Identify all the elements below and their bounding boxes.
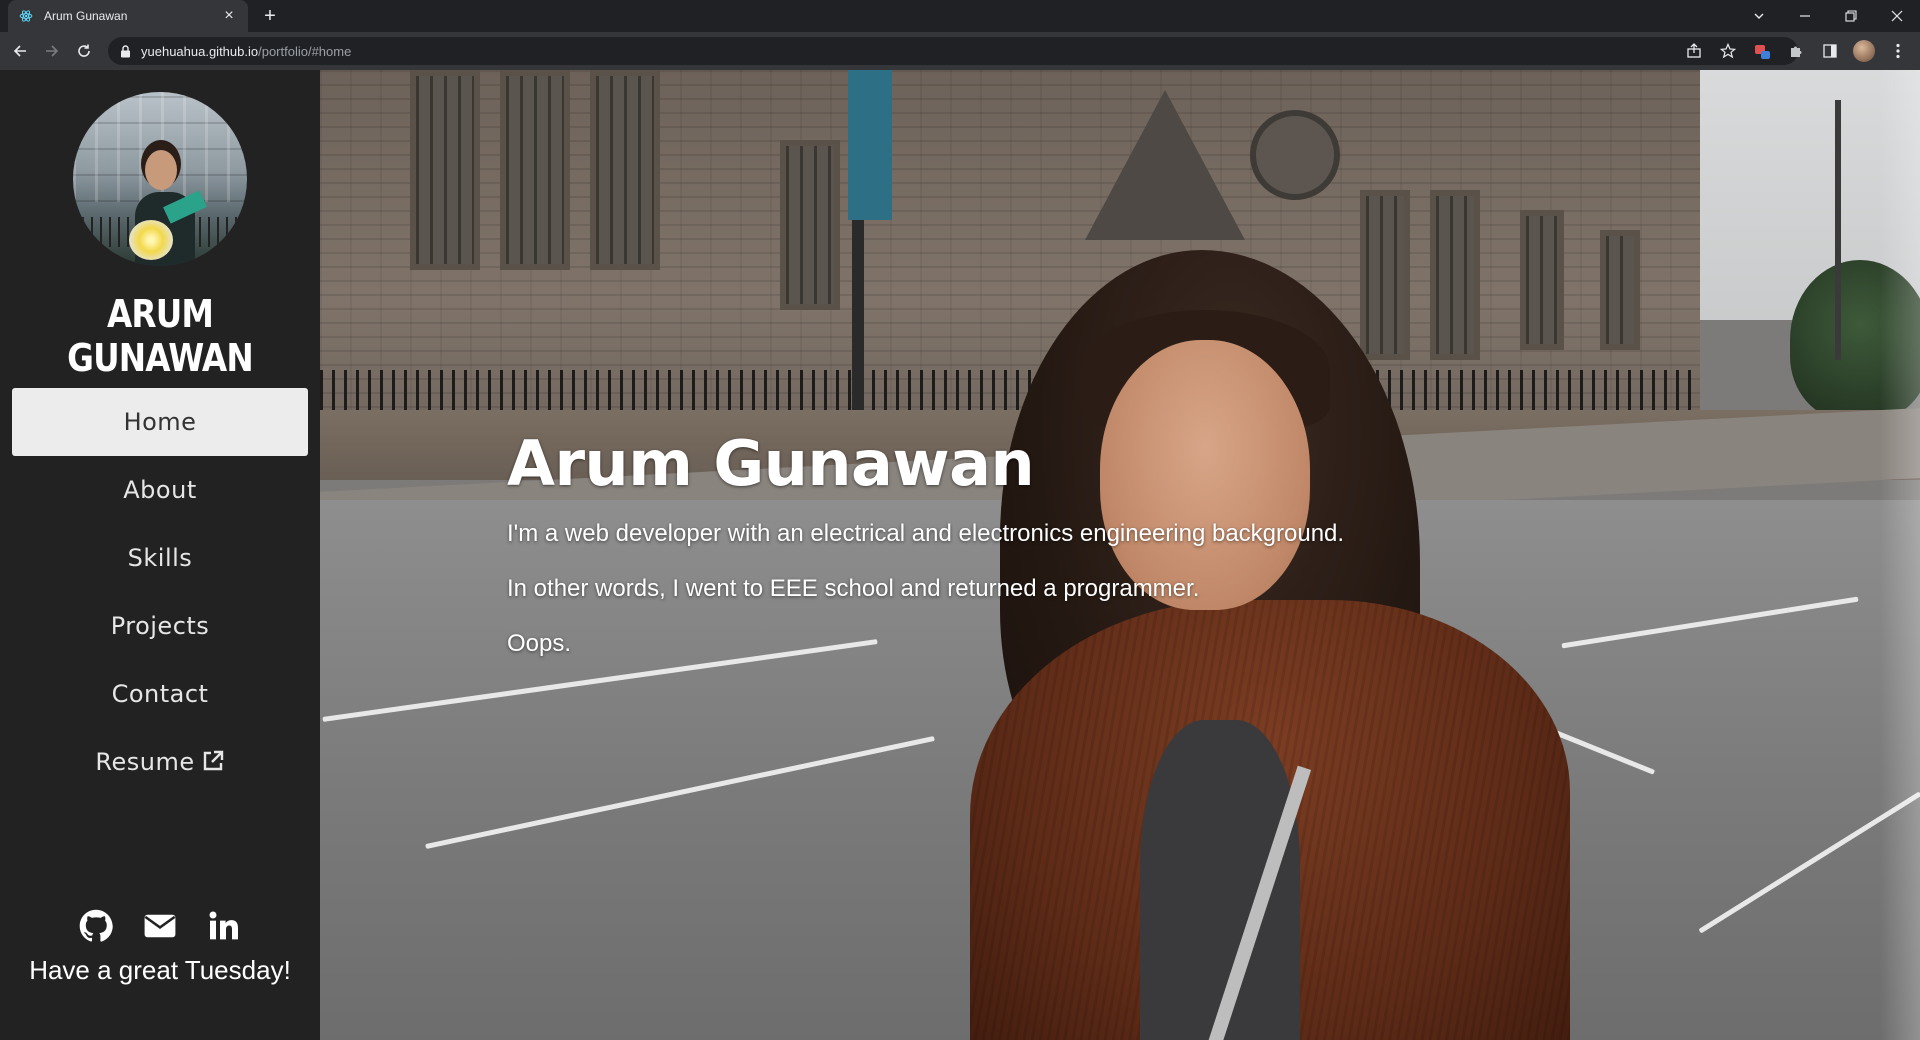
side-panel-icon[interactable] xyxy=(1818,39,1842,63)
external-link-icon xyxy=(201,731,225,799)
social-links xyxy=(0,908,320,944)
hero-line-1: I'm a web developer with an electrical a… xyxy=(507,520,1345,547)
hero-line-2: In other words, I went to EEE school and… xyxy=(507,575,1200,602)
profile-photo xyxy=(73,92,247,266)
hero-line-3: Oops. xyxy=(507,630,572,657)
greeting-text: Have a great Tuesday! xyxy=(29,955,291,985)
nav-about[interactable]: About xyxy=(12,456,308,524)
close-window-icon[interactable] xyxy=(1874,0,1920,32)
hero-title: Arum Gunawan xyxy=(507,427,1035,500)
menu-kebab-icon[interactable] xyxy=(1886,39,1910,63)
nav-projects[interactable]: Projects xyxy=(12,592,308,660)
nav-resume-label: Resume xyxy=(95,748,195,776)
profile-avatar[interactable] xyxy=(1852,39,1876,63)
nav-contact[interactable]: Contact xyxy=(12,660,308,728)
portfolio-page: ARUM GUNAWAN Home About Skills Projects … xyxy=(0,70,1920,1040)
share-icon[interactable] xyxy=(1682,39,1706,63)
forward-arrow-icon[interactable] xyxy=(40,39,64,63)
browser-tabbar: Arum Gunawan × + xyxy=(0,0,1920,32)
address-bar[interactable]: yuehuahua.github.io/portfolio/#home xyxy=(108,37,1798,65)
back-arrow-icon[interactable] xyxy=(8,39,32,63)
bookmark-star-icon[interactable] xyxy=(1716,39,1740,63)
lock-icon xyxy=(120,44,131,58)
react-favicon-icon xyxy=(18,8,34,24)
sidebar: ARUM GUNAWAN Home About Skills Projects … xyxy=(0,70,320,1040)
hero-text: Arum Gunawan I'm a web developer with an… xyxy=(507,427,1487,671)
window-controls xyxy=(1736,0,1920,32)
tab-close-icon[interactable]: × xyxy=(220,7,238,25)
browser-toolbar: yuehuahua.github.io/portfolio/#home xyxy=(0,32,1920,70)
url-text: yuehuahua.github.io/portfolio/#home xyxy=(141,44,351,59)
url-path: /portfolio/#home xyxy=(258,43,352,59)
nav-home[interactable]: Home xyxy=(12,388,308,456)
nav-skills[interactable]: Skills xyxy=(12,524,308,592)
mail-icon[interactable] xyxy=(142,908,178,944)
github-icon[interactable] xyxy=(78,908,114,944)
restore-icon[interactable] xyxy=(1828,0,1874,32)
extensions-puzzle-icon[interactable] xyxy=(1784,39,1808,63)
nav-resume[interactable]: Resume xyxy=(12,728,308,796)
extension-badge-icon[interactable] xyxy=(1750,39,1774,63)
browser-tab-active[interactable]: Arum Gunawan × xyxy=(8,0,248,32)
tab-title: Arum Gunawan xyxy=(44,9,128,23)
toolbar-actions xyxy=(1682,39,1910,63)
tab-search-icon[interactable] xyxy=(1736,0,1782,32)
hero-section: Arum Gunawan I'm a web developer with an… xyxy=(320,70,1920,1040)
minimize-icon[interactable] xyxy=(1782,0,1828,32)
url-domain: yuehuahua.github.io xyxy=(141,43,259,59)
new-tab-button[interactable]: + xyxy=(258,4,282,28)
main-nav: Home About Skills Projects Contact Resum… xyxy=(12,388,308,796)
reload-icon[interactable] xyxy=(72,39,96,63)
linkedin-icon[interactable] xyxy=(206,908,242,944)
brand-name[interactable]: ARUM GUNAWAN xyxy=(22,292,297,380)
